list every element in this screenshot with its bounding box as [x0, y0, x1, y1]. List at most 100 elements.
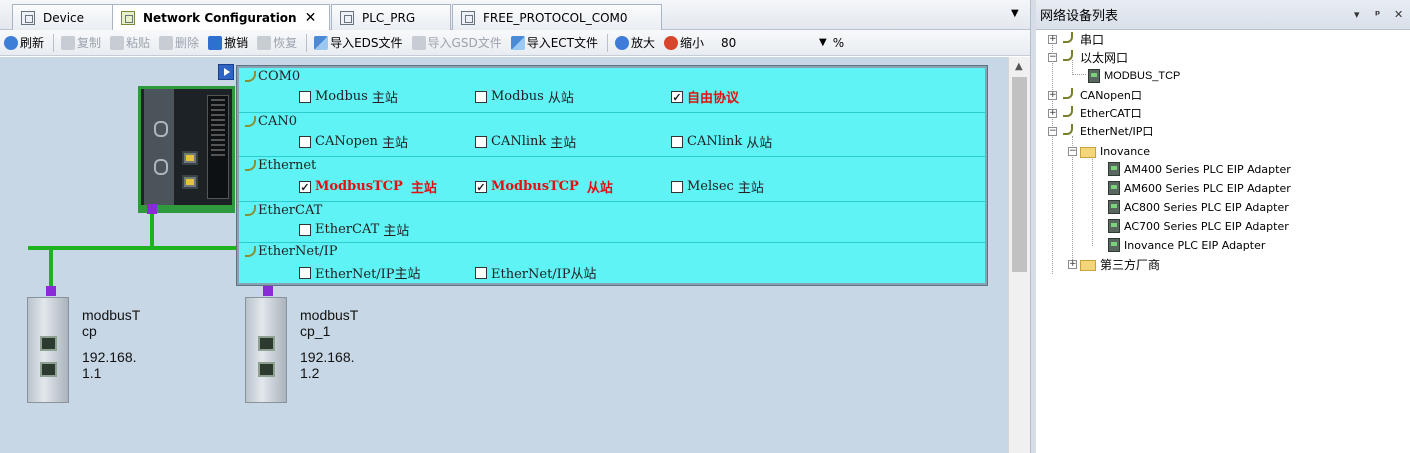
checkbox-modbus-master[interactable]: Modbus 主站 — [299, 87, 398, 106]
checkbox-modbustcp-slave[interactable]: ModbusTCP从站 — [475, 177, 613, 196]
vertical-scrollbar[interactable]: ▲ — [1008, 57, 1030, 453]
checkbox-ethercat-master[interactable]: EtherCAT 主站 — [299, 220, 409, 239]
expand-icon[interactable]: + — [1068, 259, 1077, 269]
checkbox-modbus-slave[interactable]: Modbus 从站 — [475, 87, 574, 106]
tree-node-ethernet[interactable]: − 以太网口 — [1048, 48, 1128, 66]
import-eds-button[interactable]: 导入EDS文件 — [314, 34, 403, 51]
expand-icon[interactable]: + — [1048, 108, 1057, 118]
checkbox-canopen-master[interactable]: CANopen 主站 — [299, 132, 408, 151]
panel-title: 网络设备列表 — [1040, 9, 1119, 24]
refresh-button[interactable]: 刷新 — [4, 34, 44, 51]
copy-button[interactable]: 复制 — [61, 34, 101, 51]
ethernet-connector[interactable] — [263, 286, 273, 296]
checkbox[interactable] — [475, 266, 487, 279]
slave-label: modbusT cp_1 192.168. 1.2 — [300, 307, 358, 381]
ethernet-connector[interactable] — [147, 204, 157, 214]
copy-icon — [61, 35, 76, 50]
checkbox-free-protocol[interactable]: 自由协议 — [671, 87, 739, 106]
zoom-in-icon — [615, 35, 630, 50]
tree-node-ethercat[interactable]: + EtherCAT口 — [1048, 104, 1142, 122]
delete-button[interactable]: 删除 — [159, 34, 199, 51]
checkbox-checked[interactable] — [475, 180, 487, 193]
checkbox[interactable] — [299, 223, 311, 236]
tab-free-protocol-com0[interactable]: FREE_PROTOCOL_COM0 — [452, 4, 662, 30]
tab-list-dropdown-icon[interactable]: ▼ — [1011, 8, 1019, 19]
pin-icon[interactable]: ᵖ — [1375, 8, 1380, 21]
device-module-icon — [1108, 162, 1120, 176]
expand-icon[interactable]: + — [1048, 34, 1057, 44]
tree-node-modbus-tcp[interactable]: MODBUS_TCP — [1088, 67, 1180, 85]
paste-button[interactable]: 粘贴 — [110, 34, 150, 51]
redo-button[interactable]: 恢复 — [257, 34, 297, 51]
chevron-down-icon[interactable]: ▾ — [1354, 8, 1360, 21]
tab-network-configuration[interactable]: Network Configuration ✕ — [112, 4, 330, 31]
node-label: CANopen口 — [1080, 89, 1142, 102]
import-eds-label: 导入EDS文件 — [330, 36, 403, 50]
tree-node-serial[interactable]: + 串口 — [1048, 30, 1104, 48]
collapse-icon[interactable]: − — [1048, 126, 1057, 136]
tree-node-inovance[interactable]: − Inovance — [1068, 142, 1150, 160]
close-icon[interactable]: ✕ — [305, 10, 317, 26]
ethernet-connector[interactable] — [46, 286, 56, 296]
zoom-input[interactable]: 80 — [721, 36, 801, 50]
scrollbar-thumb[interactable] — [1012, 77, 1027, 272]
checkbox-checked[interactable] — [671, 90, 683, 103]
tree-node-ac700[interactable]: AC700 Series PLC EIP Adapter — [1108, 217, 1289, 235]
tree-node-ethernetip[interactable]: − EtherNet/IP口 — [1048, 122, 1153, 140]
device-module-icon — [1108, 219, 1120, 233]
section-ethernet: Ethernet ModbusTCP主站 ModbusTCP从站 Melsec主… — [239, 156, 985, 200]
checkbox-canlink-slave[interactable]: CANlink 从站 — [671, 132, 772, 151]
checkbox-modbustcp-master[interactable]: ModbusTCP主站 — [299, 177, 437, 196]
slave-ip: 192.168. — [300, 349, 355, 365]
collapse-panel-button[interactable] — [218, 64, 234, 80]
ethernet-port-icon — [40, 362, 57, 377]
tree-node-ac800[interactable]: AC800 Series PLC EIP Adapter — [1108, 198, 1289, 216]
plc-device[interactable] — [138, 86, 235, 213]
zoom-out-button[interactable]: 缩小 — [664, 34, 704, 51]
tab-device[interactable]: Device — [12, 4, 128, 30]
slave-label: modbusT cp 192.168. 1.1 — [82, 307, 140, 381]
checkbox[interactable] — [475, 135, 487, 148]
copy-label: 复制 — [77, 36, 102, 50]
checkbox[interactable] — [299, 135, 311, 148]
checkbox-melsec-master[interactable]: Melsec 主站 — [671, 177, 764, 196]
checkbox-ethernetip-slave[interactable]: EtherNet/IP从站 — [475, 263, 597, 282]
checkbox[interactable] — [475, 90, 487, 103]
scroll-up-icon[interactable]: ▲ — [1015, 61, 1023, 72]
close-icon[interactable]: ✕ — [1394, 8, 1403, 21]
node-label: AM400 Series PLC EIP Adapter — [1124, 162, 1291, 176]
checkbox[interactable] — [671, 135, 683, 148]
section-com0: COM0 Modbus主站 Modbus从站 自由协议 — [239, 68, 985, 111]
undo-button[interactable]: 撤销 — [208, 34, 248, 51]
tab-plc-prg[interactable]: PLC_PRG — [331, 4, 451, 30]
tree-node-third-party[interactable]: + 第三方厂商 — [1068, 255, 1160, 273]
tree-node-inovance-plc[interactable]: Inovance PLC EIP Adapter — [1108, 236, 1265, 254]
document-icon — [340, 10, 354, 25]
device-list-panel: 网络设备列表 ▾ ᵖ ✕ + 串口 − 以太网口 MODBUS_TCP + CA… — [1036, 0, 1410, 453]
tree-node-canopen[interactable]: + CANopen口 — [1048, 86, 1142, 104]
checkbox-checked[interactable] — [299, 180, 311, 193]
zoom-in-button[interactable]: 放大 — [615, 34, 655, 51]
modbustcp-slave-device[interactable] — [27, 297, 69, 403]
import-ect-label: 导入ECT文件 — [526, 36, 599, 50]
tree-node-am400[interactable]: AM400 Series PLC EIP Adapter — [1108, 160, 1291, 178]
import-gsd-button[interactable]: 导入GSD文件 — [411, 34, 502, 51]
node-label: MODBUS_TCP — [1104, 70, 1181, 82]
tab-label: Device — [43, 10, 85, 25]
expand-icon[interactable]: + — [1048, 90, 1057, 100]
checkbox-ethernetip-master[interactable]: EtherNet/IP主站 — [299, 263, 421, 282]
chevron-down-icon[interactable]: ▼ — [819, 37, 827, 48]
collapse-icon[interactable]: − — [1068, 146, 1077, 156]
node-label: EtherCAT口 — [1080, 107, 1142, 120]
cable-icon — [243, 70, 257, 83]
checkbox[interactable] — [299, 90, 311, 103]
checkbox-canlink-master[interactable]: CANlink 主站 — [475, 132, 576, 151]
modbustcp-slave-device[interactable] — [245, 297, 287, 403]
checkbox[interactable] — [671, 180, 683, 193]
collapse-icon[interactable]: − — [1048, 52, 1057, 62]
node-label: 串口 — [1080, 32, 1105, 47]
panel-header: 网络设备列表 ▾ ᵖ ✕ — [1036, 0, 1410, 30]
tree-node-am600[interactable]: AM600 Series PLC EIP Adapter — [1108, 179, 1291, 197]
checkbox[interactable] — [299, 266, 311, 279]
import-ect-button[interactable]: 导入ECT文件 — [510, 34, 599, 51]
